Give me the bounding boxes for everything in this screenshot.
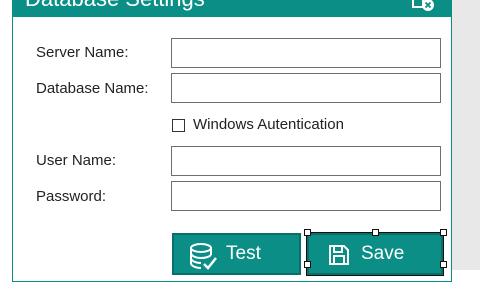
selection-handle[interactable] xyxy=(440,229,447,236)
selection-handle[interactable] xyxy=(304,261,311,268)
server-name-label: Server Name: xyxy=(36,44,129,61)
selection-handle[interactable] xyxy=(440,261,447,268)
floppy-disk-icon xyxy=(327,243,351,273)
test-button[interactable]: Test xyxy=(172,233,301,275)
server-name-input[interactable] xyxy=(171,38,441,68)
user-name-input[interactable] xyxy=(171,146,441,176)
window-title: Database Settings xyxy=(25,0,205,11)
windows-auth-checkbox[interactable] xyxy=(172,119,185,132)
close-icon[interactable] xyxy=(411,0,437,13)
title-bar: Database Settings xyxy=(13,0,451,17)
save-button[interactable]: Save xyxy=(306,232,444,276)
database-name-label: Database Name: xyxy=(36,80,149,97)
selection-handle[interactable] xyxy=(372,229,379,236)
windows-auth-label[interactable]: Windows Autentication xyxy=(193,116,344,133)
selection-handle[interactable] xyxy=(304,229,311,236)
password-label: Password: xyxy=(36,188,107,205)
save-button-label: Save xyxy=(361,243,405,264)
password-input[interactable] xyxy=(171,181,441,211)
user-name-label: User Name: xyxy=(36,152,117,169)
test-button-label: Test xyxy=(226,243,261,264)
database-name-input[interactable] xyxy=(171,73,441,103)
background-area xyxy=(452,0,480,270)
database-check-icon xyxy=(188,242,218,278)
